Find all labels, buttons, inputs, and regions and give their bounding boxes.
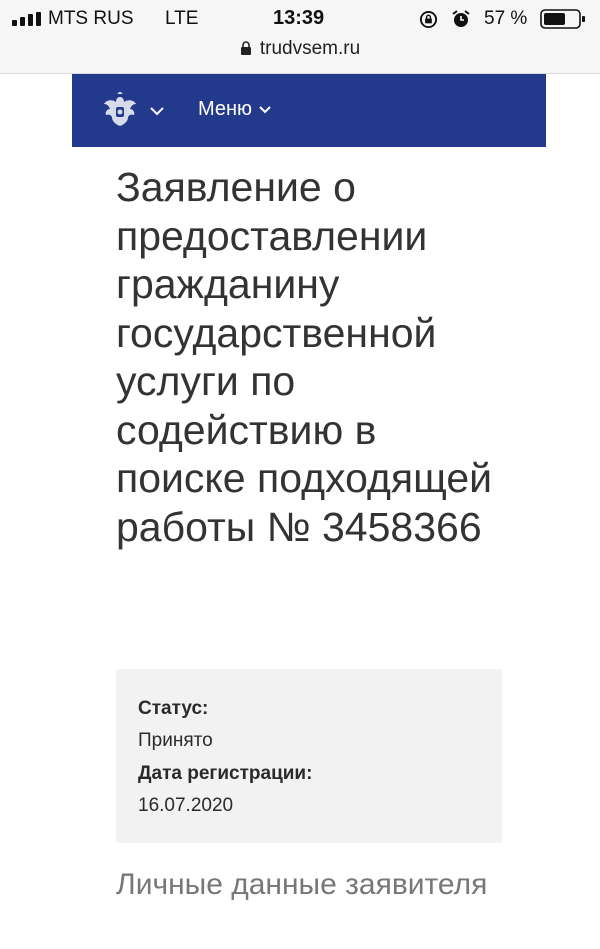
menu-label: Меню [198, 98, 253, 120]
site-header: Меню [72, 74, 546, 147]
battery-icon [540, 9, 585, 29]
rotation-lock-icon [419, 10, 438, 29]
menu-button[interactable]: Меню [198, 98, 272, 121]
status-value: Принято [138, 730, 213, 751]
personal-data-section-title: Личные данные заявителя [116, 868, 488, 901]
page-title: Заявление о предоставлении гражданину го… [116, 164, 493, 550]
status-time: 13:39 [273, 7, 325, 29]
application-info-box: Статус: Принято Дата регистрации: 16.07.… [116, 669, 502, 843]
address-bar[interactable]: trudvsem.ru [0, 38, 600, 68]
padlock-icon [240, 41, 251, 55]
registration-date-label: Дата регистрации: [138, 763, 313, 784]
chevron-down-icon [259, 105, 271, 113]
signal-strength-icon [12, 12, 44, 26]
browser-chrome: MTS RUS LTE 13:39 57 % trudvsem.ru [0, 0, 600, 74]
carrier-name: MTS RUS [48, 8, 134, 29]
url-text: trudvsem.ru [259, 38, 361, 59]
alarm-icon [452, 10, 470, 27]
registration-date-value: 16.07.2020 [138, 795, 234, 816]
status-label: Статус: [138, 698, 209, 719]
chevron-down-icon[interactable] [149, 105, 165, 117]
battery-percent: 57 % [484, 8, 528, 29]
russian-coat-of-arms-icon[interactable] [100, 91, 140, 131]
status-bar: MTS RUS LTE 13:39 57 % [0, 0, 600, 38]
network-type: LTE [165, 8, 199, 29]
